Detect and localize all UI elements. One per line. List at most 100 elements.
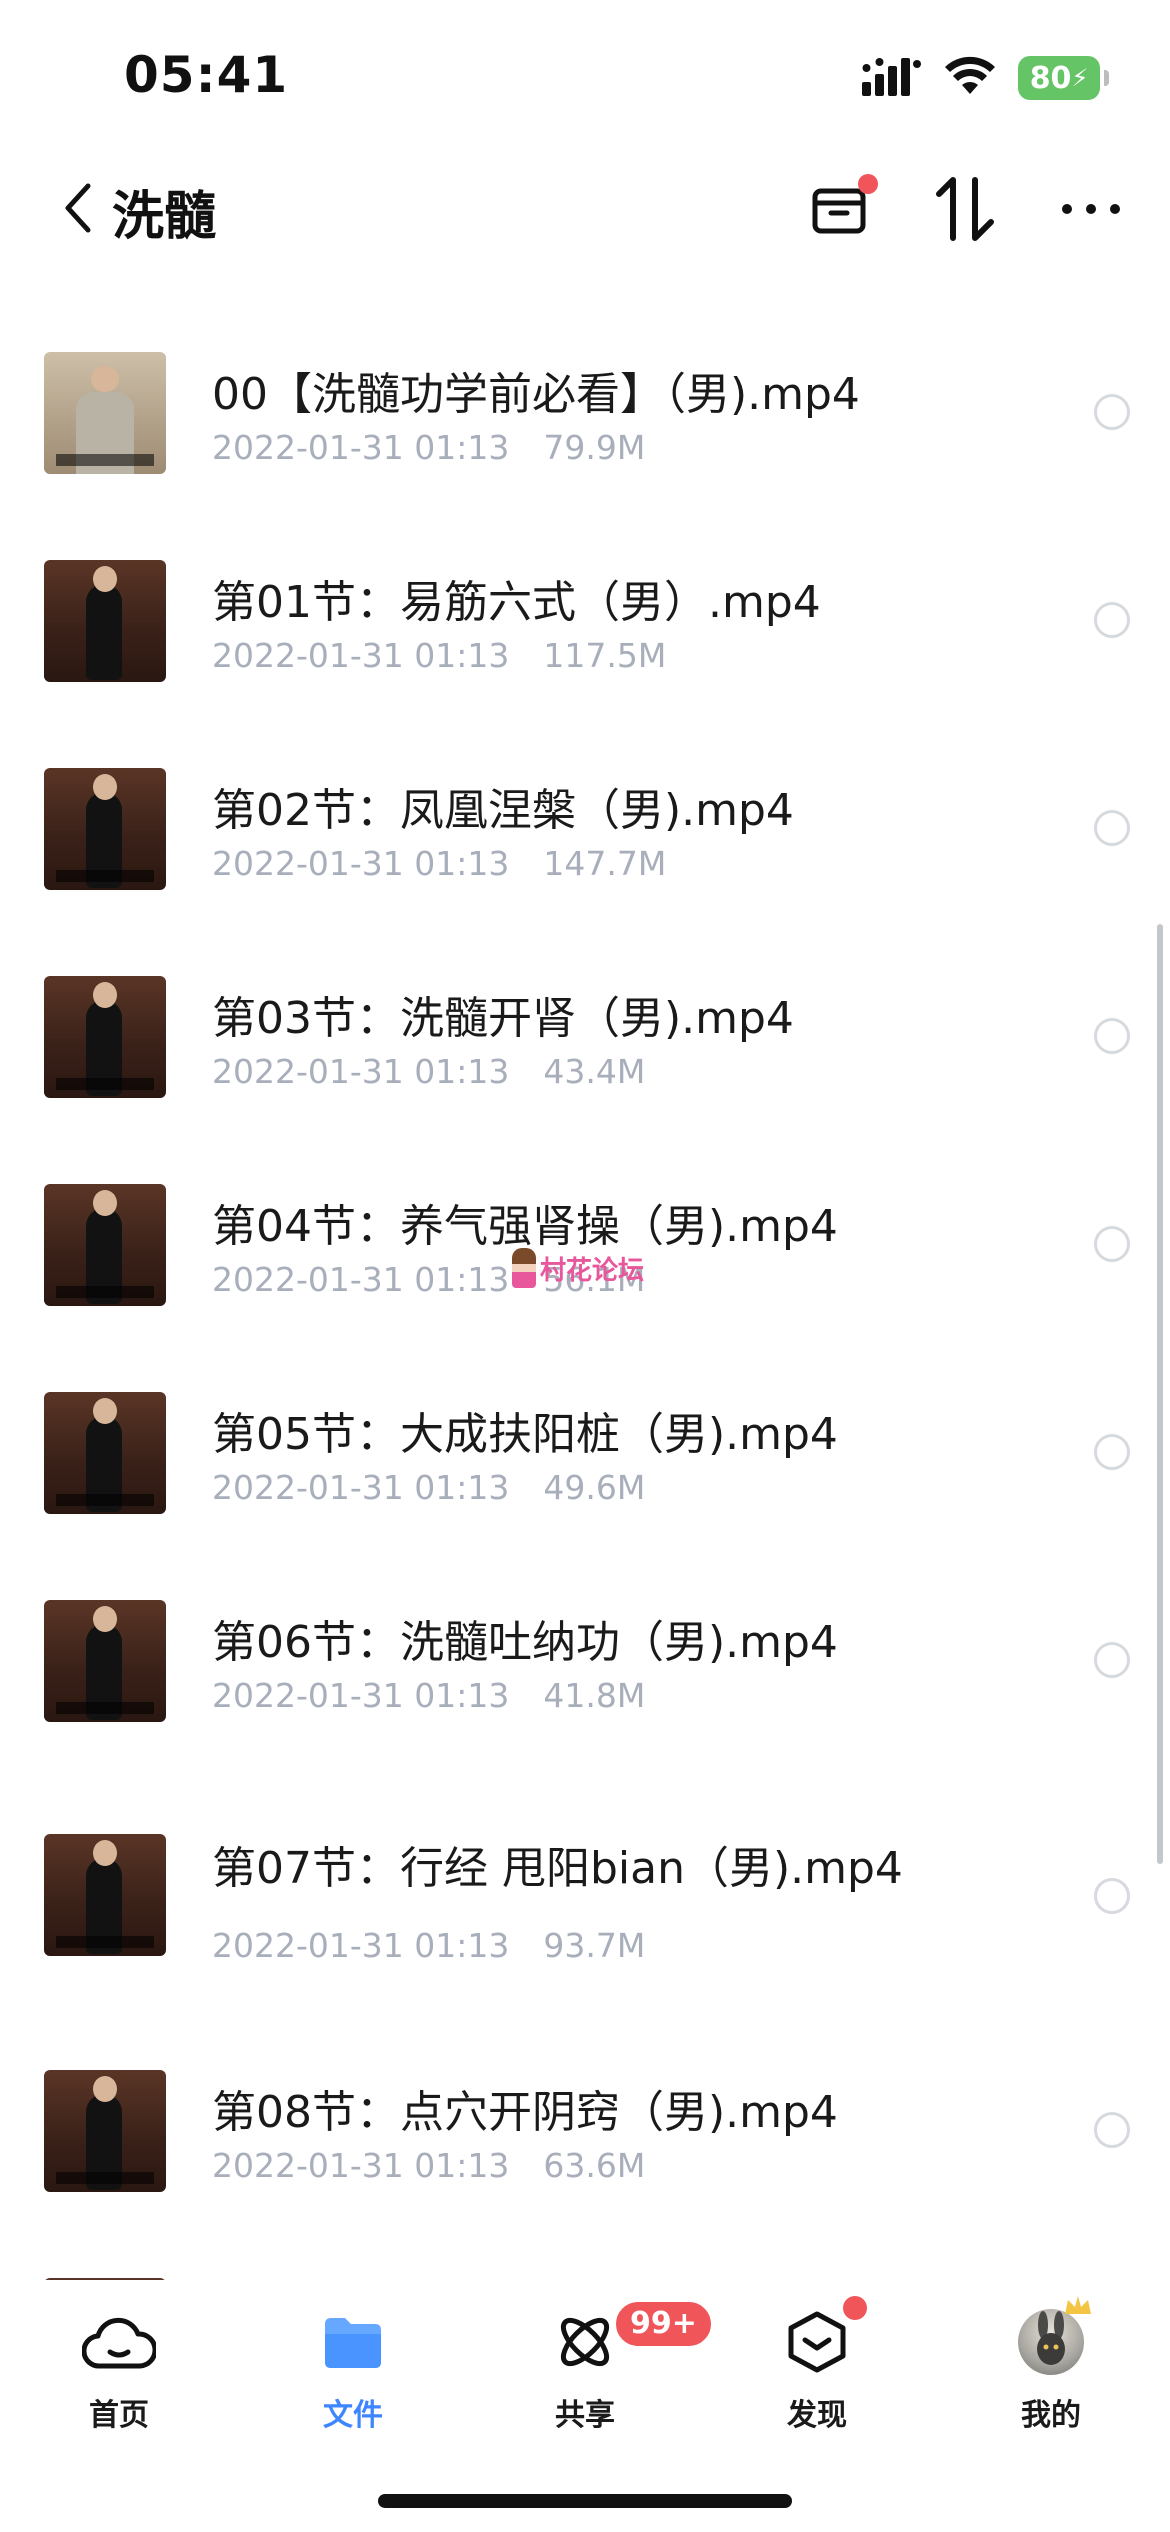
tab-label: 首页 [89,2398,149,2433]
file-name: 第05节：大成扶阳桩（男).mp4 [212,1409,838,1460]
tab-label: 发现 [787,2398,847,2433]
girl-logo-icon [512,1248,536,1288]
share-orbit-icon [560,2317,610,2367]
back-chevron-icon [65,183,91,233]
page-title: 洗髓 [112,187,217,247]
file-name: 第03节：洗髓开肾（男).mp4 [212,993,794,1044]
file-date: 2022-01-31 01:13 [212,1676,510,1715]
home-indicator [378,2494,792,2508]
list-item[interactable]: 第08节：点穴开阴窍（男).mp4 2022-01-31 01:13 63.6M [0,2058,1170,2238]
file-size: 117.5M [543,636,667,675]
video-thumbnail [44,1184,166,1306]
wifi-icon [944,56,996,100]
file-meta: 2022-01-31 01:13 93.7M [212,1926,645,1965]
file-name: 第07节：行经 甩阳bian（男).mp4 [212,1843,903,1894]
watermark-text: 村花论坛 [540,1255,645,1286]
tab-discover[interactable]: 发现 [742,2296,892,2442]
file-size: 49.6M [543,1468,646,1507]
list-item[interactable]: 第07节：行经 甩阳bian（男).mp4 2022-01-31 01:13 93… [0,1822,1170,2032]
video-thumbnail [44,352,166,474]
list-item[interactable]: 00【洗髓功学前必看】（男).mp4 2022-01-31 01:13 79.9M [0,340,1170,520]
select-radio[interactable] [1094,602,1130,638]
select-radio[interactable] [1094,1878,1130,1914]
file-size: 79.9M [543,428,646,467]
file-name: 第08节：点穴开阴窍（男).mp4 [212,2087,838,2138]
file-size: 43.4M [543,1052,646,1091]
select-radio[interactable] [1094,2112,1130,2148]
file-meta: 2022-01-31 01:13 43.4M [212,1052,645,1091]
tab-label: 文件 [323,2398,383,2433]
avatar-icon [1018,2309,1084,2375]
file-name: 第04节：养气强肾操（男).mp4 [212,1201,838,1252]
file-date: 2022-01-31 01:13 [212,1052,510,1091]
cellular-signal-icon [862,56,922,100]
video-thumbnail [44,1600,166,1722]
file-meta: 2022-01-31 01:13 41.8M [212,1676,645,1715]
video-thumbnail [44,768,166,890]
share-badge: 99+ [612,2298,715,2350]
file-date: 2022-01-31 01:13 [212,2146,510,2185]
list-item[interactable]: 第03节：洗髓开肾（男).mp4 2022-01-31 01:13 43.4M [0,964,1170,1144]
file-name: 第06节：洗髓吐纳功（男).mp4 [212,1617,838,1668]
file-date: 2022-01-31 01:13 [212,428,510,467]
file-date: 2022-01-31 01:13 [212,1926,510,1965]
file-meta: 2022-01-31 01:13 63.6M [212,2146,645,2185]
file-list-screen: 05:41 80 ⚡ 洗髓 00【洗髓功学前必看】（男).mp4 2022-01… [0,0,1170,2532]
tab-me[interactable]: 我的 [976,2296,1126,2442]
file-size: 147.7M [543,844,667,883]
cloud-home-icon [82,2317,156,2369]
list-item[interactable]: 第05节：大成扶阳桩（男).mp4 2022-01-31 01:13 49.6M [0,1380,1170,1560]
video-thumbnail [44,976,166,1098]
file-date: 2022-01-31 01:13 [212,844,510,883]
list-item[interactable]: 第06节：洗髓吐纳功（男).mp4 2022-01-31 01:13 41.8M [0,1588,1170,1768]
video-thumbnail [44,1392,166,1514]
video-thumbnail [44,2070,166,2192]
video-thumbnail [44,1834,166,1956]
file-size: 63.6M [543,2146,646,2185]
list-item[interactable]: 第01节：易筋六式（男）.mp4 2022-01-31 01:13 117.5M [0,548,1170,728]
select-radio[interactable] [1094,1226,1130,1262]
back-button[interactable] [62,178,112,238]
file-meta: 2022-01-31 01:13 49.6M [212,1468,645,1507]
select-radio[interactable] [1094,1642,1130,1678]
charging-bolt-icon: ⚡ [1071,64,1089,92]
file-size: 41.8M [543,1676,646,1715]
select-radio[interactable] [1094,394,1130,430]
file-name: 第01节：易筋六式（男）.mp4 [212,577,821,628]
select-radio[interactable] [1094,1018,1130,1054]
tab-home[interactable]: 首页 [44,2302,194,2442]
sort-icon [936,177,994,241]
file-name: 第02节：凤凰涅槃（男).mp4 [212,785,794,836]
notification-dot [843,2296,867,2320]
tab-files[interactable]: 文件 [278,2302,428,2442]
more-button[interactable] [1058,176,1124,242]
status-time: 05:41 [124,46,289,104]
file-date: 2022-01-31 01:13 [212,1468,510,1507]
file-name: 00【洗髓功学前必看】（男).mp4 [212,369,860,420]
forum-watermark: 村花论坛 [512,1248,644,1288]
scrollbar[interactable] [1157,924,1163,1864]
file-meta: 2022-01-31 01:13 117.5M [212,636,666,675]
video-thumbnail [44,560,166,682]
nav-header: 洗髓 [0,160,1170,250]
list-item[interactable]: 第02节：凤凰涅槃（男).mp4 2022-01-31 01:13 147.7M [0,756,1170,936]
file-date: 2022-01-31 01:13 [212,1260,510,1299]
discover-box-icon [788,2311,846,2373]
file-date: 2022-01-31 01:13 [212,636,510,675]
tab-label: 我的 [1021,2398,1081,2433]
file-meta: 2022-01-31 01:13 79.9M [212,428,645,467]
crown-icon [1065,2296,1091,2314]
select-radio[interactable] [1094,810,1130,846]
file-meta: 2022-01-31 01:13 147.7M [212,844,666,883]
file-size: 93.7M [543,1926,646,1965]
select-radio[interactable] [1094,1434,1130,1470]
status-indicators: 80 ⚡ [862,56,1109,100]
more-icon [1062,204,1120,214]
notification-dot [858,174,878,194]
folder-icon [325,2318,381,2368]
sort-button[interactable] [932,176,998,242]
battery-level: 80 [1029,60,1072,96]
tab-label: 共享 [555,2398,615,2433]
box-button[interactable] [806,174,878,242]
battery-indicator: 80 ⚡ [1018,56,1109,100]
